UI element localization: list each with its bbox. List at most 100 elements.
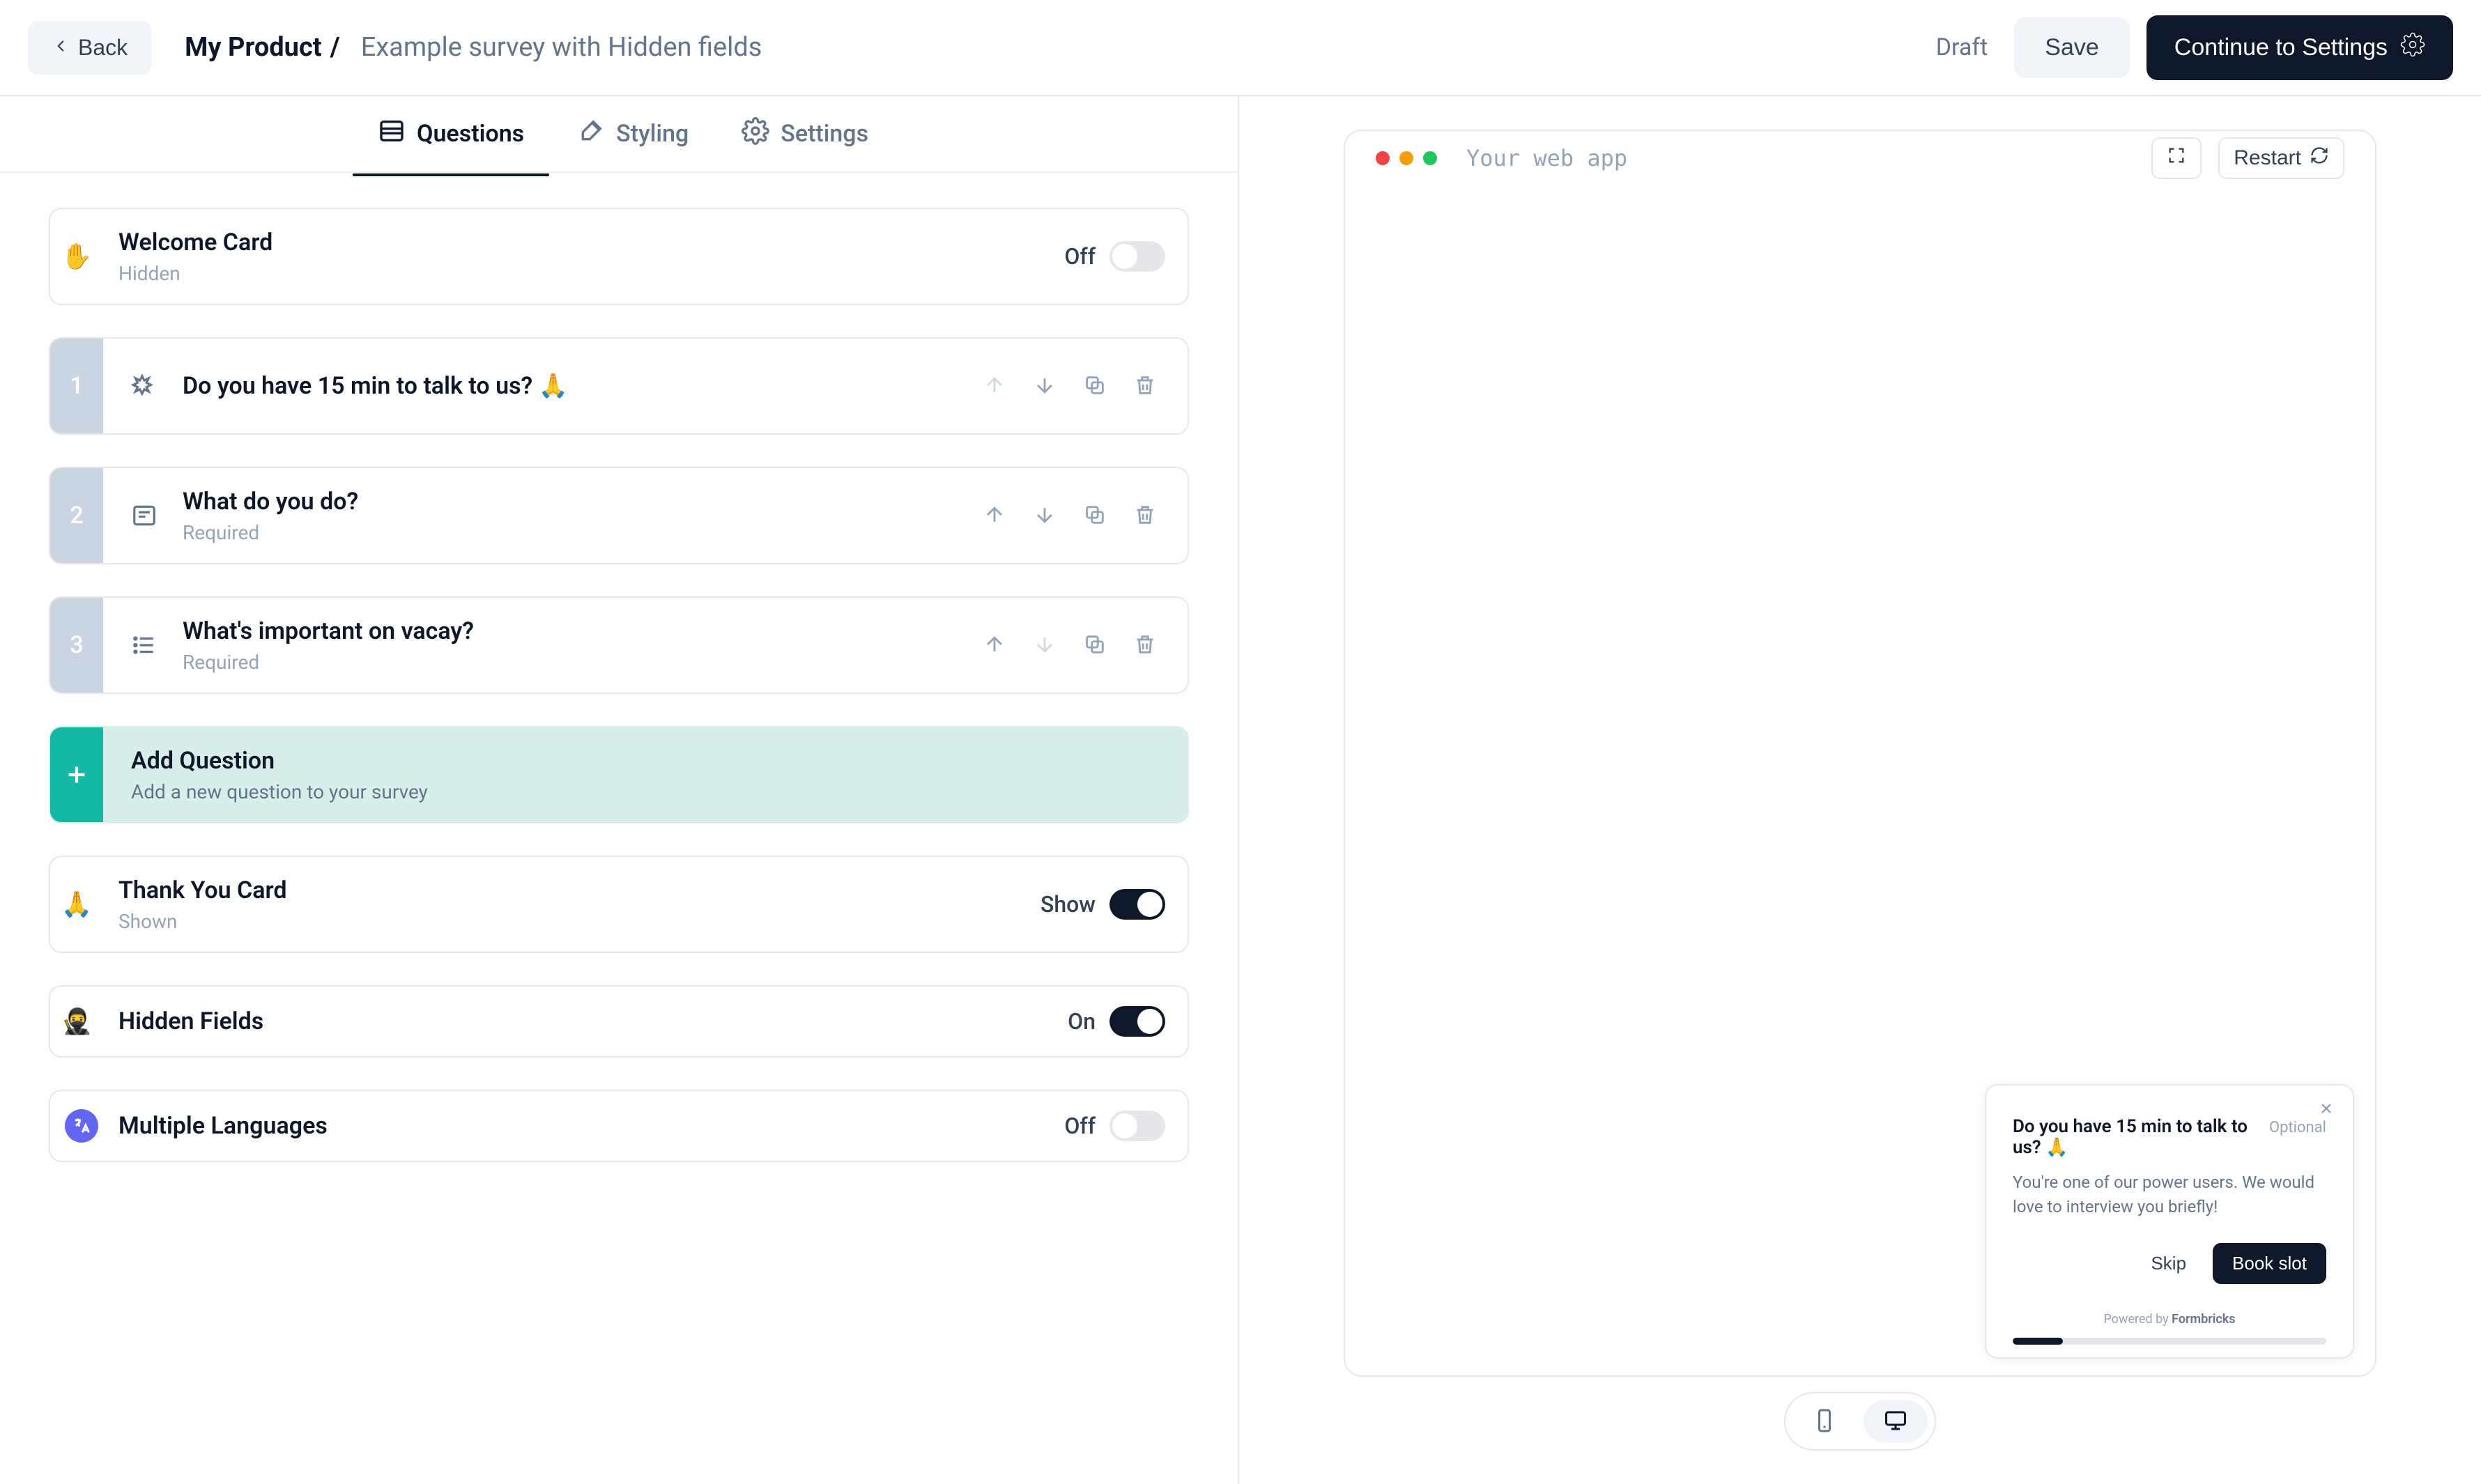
card-subtitle: Add a new question to your survey xyxy=(131,780,428,803)
survey-name[interactable]: Example survey with Hidden fields xyxy=(361,32,762,63)
preview-panel: Your web app Restart xyxy=(1239,95,2481,1484)
device-switcher xyxy=(1784,1392,1936,1451)
restart-preview-button[interactable]: Restart xyxy=(2218,137,2344,179)
pray-icon: 🙏 xyxy=(50,857,103,952)
delete-button[interactable] xyxy=(1129,499,1161,533)
list-question-icon xyxy=(131,632,158,658)
card-title: Thank You Card xyxy=(118,876,287,904)
tab-label: Questions xyxy=(417,120,524,148)
popup-body: You're one of our power users. We would … xyxy=(2013,1170,2326,1219)
move-up-button xyxy=(978,369,1011,403)
toggle-label: Off xyxy=(1064,1113,1096,1139)
survey-popup: Do you have 15 min to talk to us? 🙏 Opti… xyxy=(1985,1084,2354,1359)
move-down-button xyxy=(1029,628,1061,663)
traffic-lights xyxy=(1376,151,1437,165)
text-question-icon xyxy=(131,502,158,529)
delete-button[interactable] xyxy=(1129,369,1161,403)
popup-title: Do you have 15 min to talk to us? 🙏 xyxy=(2013,1116,2258,1158)
question-card-2[interactable]: 2 What do you do? Required xyxy=(49,467,1189,564)
device-mobile-button[interactable] xyxy=(1792,1400,1857,1442)
plus-icon xyxy=(50,727,103,822)
multiple-languages-card[interactable]: Multiple Languages Off xyxy=(49,1090,1189,1162)
gear-icon xyxy=(2400,32,2425,63)
expand-icon xyxy=(2167,146,2186,171)
popup-skip-button[interactable]: Skip xyxy=(2137,1243,2200,1284)
duplicate-button[interactable] xyxy=(1079,369,1111,403)
question-number: 1 xyxy=(50,339,103,433)
browser-title: Your web app xyxy=(1466,145,1627,171)
rows-icon xyxy=(378,117,406,151)
back-label: Back xyxy=(78,35,128,61)
product-name: My Product xyxy=(185,32,321,63)
card-subtitle: Hidden xyxy=(118,262,272,285)
brush-icon xyxy=(577,117,605,151)
card-title: Add Question xyxy=(131,747,428,775)
ninja-icon: 🥷 xyxy=(50,987,103,1056)
toggle-label: Off xyxy=(1064,243,1096,270)
card-title: Multiple Languages xyxy=(118,1112,328,1140)
breadcrumb-separator: / xyxy=(330,32,340,63)
question-number: 3 xyxy=(50,598,103,693)
traffic-red-icon xyxy=(1376,151,1390,165)
browser-mock: Your web app Restart xyxy=(1344,130,2376,1377)
cards-list: ✋ Welcome Card Hidden Off 1 xyxy=(0,173,1238,1197)
back-button[interactable]: Back xyxy=(28,21,151,75)
delete-button[interactable] xyxy=(1129,628,1161,663)
card-subtitle: Required xyxy=(183,651,474,674)
cta-question-icon xyxy=(131,373,158,399)
monitor-icon xyxy=(1883,1408,1908,1435)
popup-optional-label: Optional xyxy=(2269,1119,2326,1136)
preview-canvas: Do you have 15 min to talk to us? 🙏 Opti… xyxy=(1345,187,2375,1375)
tab-settings[interactable]: Settings xyxy=(736,93,874,175)
hidden-fields-card[interactable]: 🥷 Hidden Fields On xyxy=(49,985,1189,1058)
question-card-1[interactable]: 1 Do you have 15 min to talk to us? 🙏 xyxy=(49,337,1189,435)
refresh-icon xyxy=(2310,146,2329,171)
hidden-fields-toggle[interactable] xyxy=(1109,1006,1165,1037)
card-title: What's important on vacay? xyxy=(183,617,474,645)
card-title: What do you do? xyxy=(183,488,358,516)
thank-you-toggle[interactable] xyxy=(1109,889,1165,920)
tab-label: Settings xyxy=(781,120,868,148)
smartphone-icon xyxy=(1812,1408,1837,1435)
add-question-card[interactable]: Add Question Add a new question to your … xyxy=(49,726,1189,824)
languages-toggle[interactable] xyxy=(1109,1111,1165,1141)
editor-panel: Questions Styling Settings ✋ xyxy=(0,95,1239,1484)
status-badge: Draft xyxy=(1936,33,1988,61)
question-number: 2 xyxy=(50,468,103,563)
device-desktop-button[interactable] xyxy=(1864,1400,1928,1442)
welcome-card[interactable]: ✋ Welcome Card Hidden Off xyxy=(49,208,1189,305)
header-bar: Back My Product / Example survey with Hi… xyxy=(0,0,2481,95)
popup-cta-button[interactable]: Book slot xyxy=(2213,1243,2326,1284)
tab-styling[interactable]: Styling xyxy=(571,93,694,175)
traffic-green-icon xyxy=(1423,151,1437,165)
card-title: Welcome Card xyxy=(118,229,272,256)
languages-badge xyxy=(50,1091,103,1161)
move-up-button[interactable] xyxy=(978,628,1011,663)
duplicate-button[interactable] xyxy=(1079,499,1111,533)
continue-to-settings-button[interactable]: Continue to Settings xyxy=(2146,15,2453,80)
tab-questions[interactable]: Questions xyxy=(372,93,530,175)
card-subtitle: Required xyxy=(183,521,358,544)
question-card-3[interactable]: 3 What's important on vacay? Required xyxy=(49,596,1189,694)
expand-preview-button[interactable] xyxy=(2151,137,2202,179)
thank-you-card[interactable]: 🙏 Thank You Card Shown Show xyxy=(49,856,1189,953)
powered-by-pre: Powered by xyxy=(2103,1312,2172,1327)
popup-footer: Powered by Formbricks xyxy=(2013,1312,2326,1327)
editor-tabs: Questions Styling Settings xyxy=(0,96,1238,173)
move-down-button[interactable] xyxy=(1029,369,1061,403)
restart-label: Restart xyxy=(2234,146,2301,170)
card-title: Do you have 15 min to talk to us? 🙏 xyxy=(183,372,568,400)
save-button[interactable]: Save xyxy=(2014,17,2130,78)
popup-progress xyxy=(2013,1338,2326,1345)
move-up-button[interactable] xyxy=(978,499,1011,533)
duplicate-button[interactable] xyxy=(1079,628,1111,663)
welcome-toggle[interactable] xyxy=(1109,241,1165,272)
close-popup-button[interactable] xyxy=(2314,1099,2339,1120)
tab-label: Styling xyxy=(616,120,689,148)
breadcrumb: My Product / Example survey with Hidden … xyxy=(185,32,762,63)
hand-icon: ✋ xyxy=(50,209,103,304)
card-subtitle: Shown xyxy=(118,910,287,933)
gear-icon xyxy=(742,117,769,151)
move-down-button[interactable] xyxy=(1029,499,1061,533)
browser-bar: Your web app Restart xyxy=(1345,131,2375,187)
